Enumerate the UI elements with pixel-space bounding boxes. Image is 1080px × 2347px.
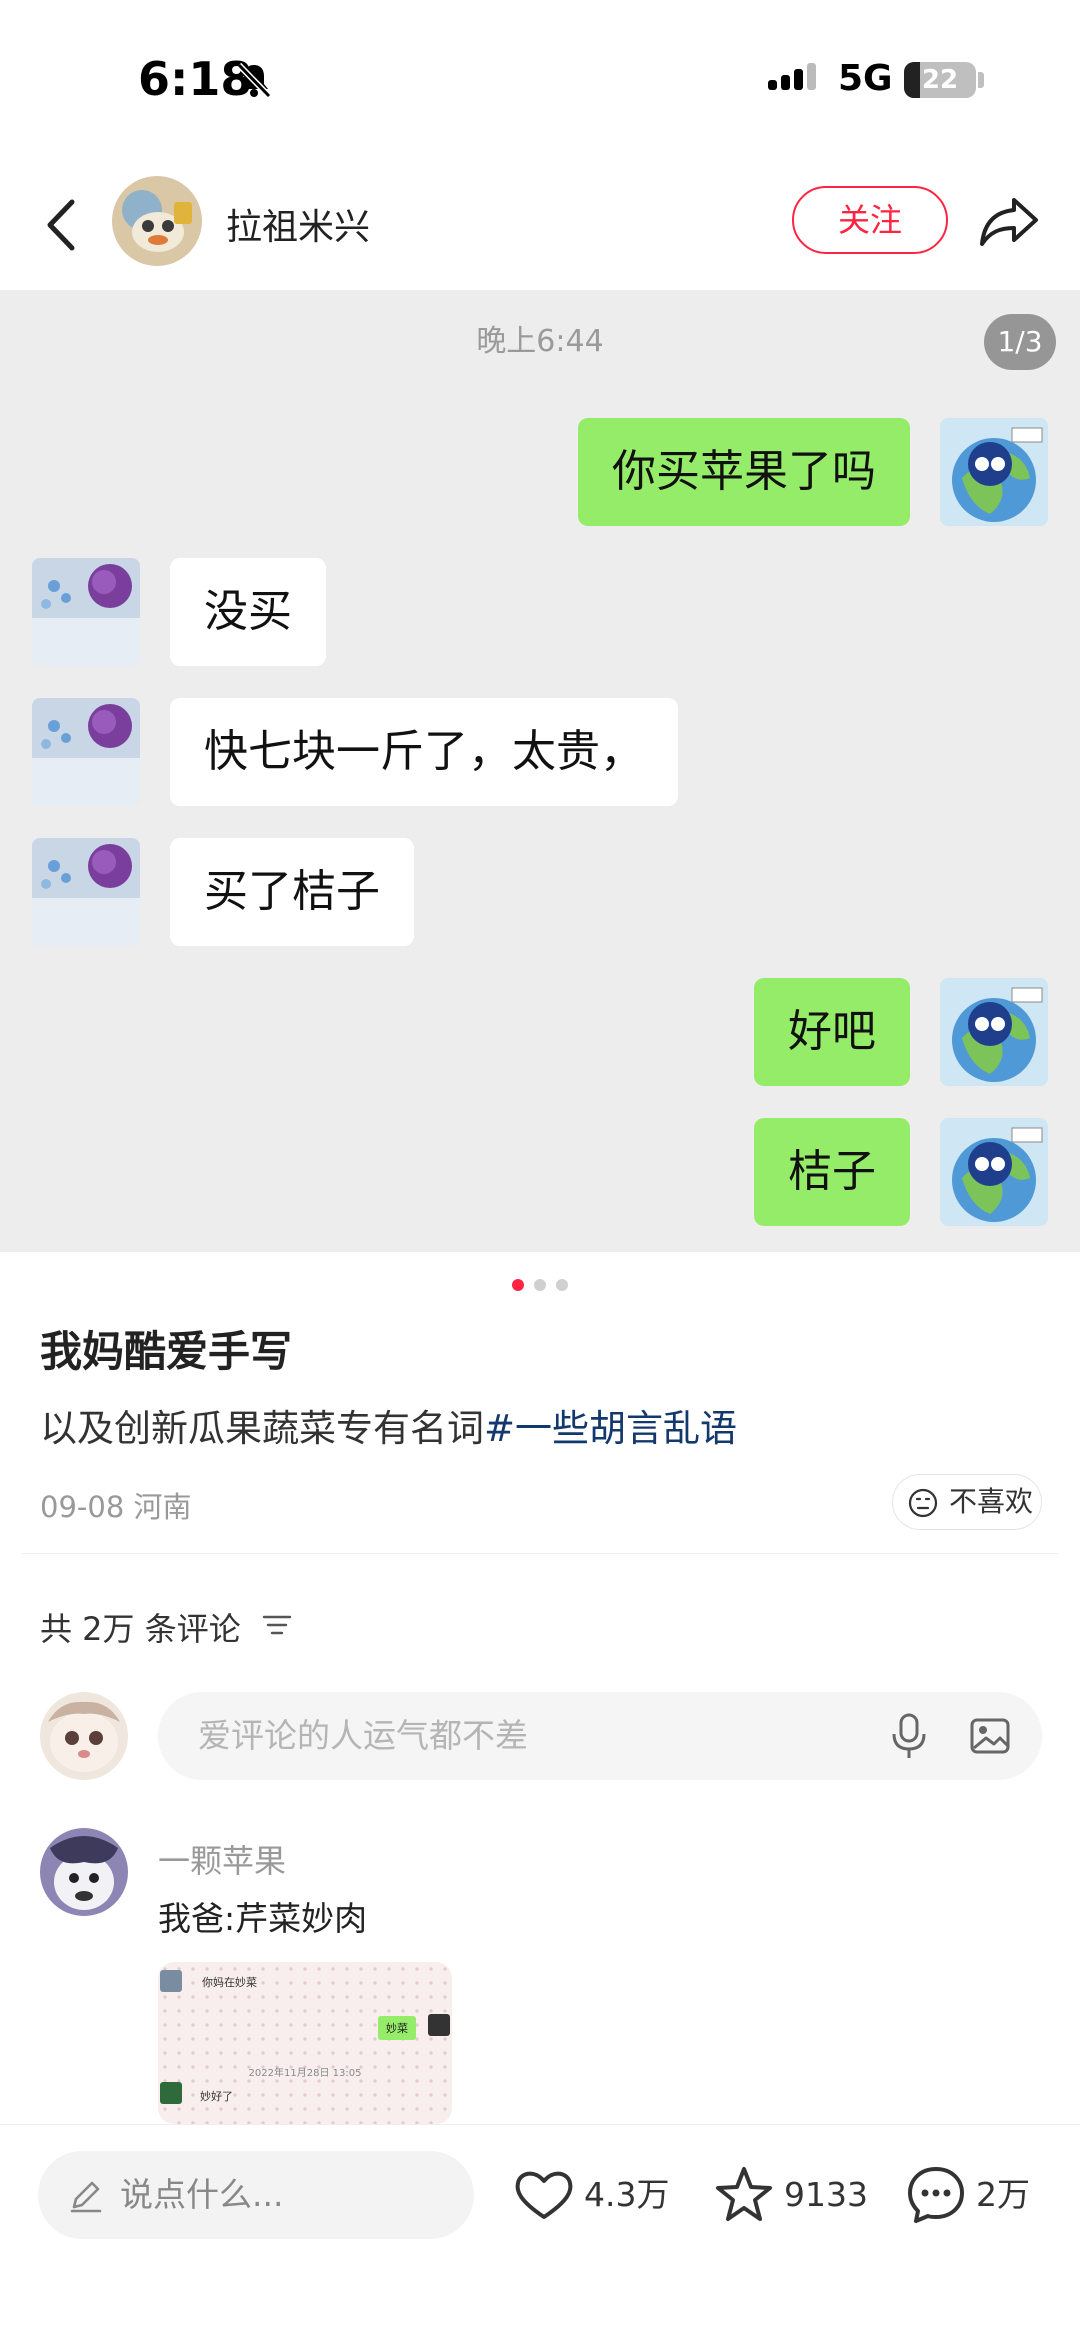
chat-timestamp: 晚上6:44	[476, 324, 604, 359]
receiver-avatar-icon	[32, 838, 140, 946]
say-something-input[interactable]: 说点什么...	[38, 2151, 474, 2239]
comment-button[interactable]: 2万	[904, 2151, 1054, 2239]
note-description: 以及创新瓜果蔬菜专有名词#一些胡言乱语	[40, 1398, 737, 1452]
divider	[22, 1553, 1058, 1554]
dislike-button[interactable]: 不喜欢	[892, 1474, 1042, 1530]
like-count: 4.3万	[584, 2175, 670, 2214]
thumbnail-text: 妙好了	[200, 2090, 233, 2103]
network-type: 5G	[838, 58, 893, 99]
image-page-indicator: 1/3	[984, 314, 1056, 370]
receiver-avatar-icon	[32, 698, 140, 806]
status-bar: 6:18 5G 22	[0, 0, 1080, 160]
comment-input-placeholder: 爱评论的人运气都不差	[198, 1716, 528, 1755]
say-something-placeholder: 说点什么...	[120, 2175, 284, 2214]
collect-button[interactable]: 9133	[712, 2151, 882, 2239]
chat-bubble-received: 没买	[170, 558, 326, 666]
star-icon	[716, 2167, 772, 2221]
battery-icon: 22	[904, 62, 976, 98]
commenter-avatar[interactable]	[40, 1828, 128, 1916]
author-avatar[interactable]	[112, 176, 202, 266]
chat-bubble-received: 快七块一斤了，太贵，	[170, 698, 678, 806]
battery-level: 22	[921, 65, 959, 95]
receiver-avatar-icon	[32, 558, 140, 666]
hashtag-link[interactable]: #一些胡言乱语	[484, 1407, 737, 1450]
collect-count: 9133	[784, 2175, 868, 2214]
image-icon[interactable]	[968, 1714, 1012, 1758]
microphone-icon[interactable]	[888, 1712, 930, 1760]
thumbnail-avatar	[160, 2082, 182, 2104]
sender-avatar-icon	[940, 418, 1048, 526]
chat-message: 桔子	[0, 1118, 1080, 1226]
share-icon[interactable]	[978, 190, 1040, 252]
battery-tip	[978, 72, 984, 88]
comment-input[interactable]: 爱评论的人运气都不差	[158, 1692, 1042, 1780]
signal-icon	[768, 63, 816, 90]
frown-face-icon	[908, 1488, 938, 1518]
chat-bubble-received: 买了桔子	[170, 838, 414, 946]
thumbnail-bubble: 妙菜	[378, 2016, 416, 2040]
heart-icon	[515, 2171, 573, 2219]
note-meta: 09-08 河南	[40, 1484, 192, 1526]
carousel-dot-active	[512, 1279, 524, 1291]
carousel-dots	[0, 1276, 1080, 1292]
sort-filter-icon[interactable]	[262, 1612, 292, 1638]
chat-message: 买了桔子	[0, 838, 1080, 946]
note-image[interactable]: 晚上6:44 1/3 你买苹果了吗 没买 快七块一斤了，太贵， 买了桔子 好吧	[0, 290, 1080, 1252]
thumbnail-time: 2022年11月28日 13:05	[248, 2068, 362, 2079]
like-button[interactable]: 4.3万	[512, 2151, 682, 2239]
current-user-avatar[interactable]	[40, 1692, 128, 1780]
chat-message: 没买	[0, 558, 1080, 666]
note-location: 河南	[133, 1490, 192, 1524]
thumbnail-text: 你妈在妙菜	[202, 1976, 257, 1989]
thumbnail-avatar	[160, 1970, 182, 1992]
dislike-label: 不喜欢	[949, 1485, 1034, 1518]
chat-bubble-sent: 你买苹果了吗	[578, 418, 910, 526]
note-date: 09-08	[40, 1490, 125, 1524]
bottom-action-bar: 说点什么... 4.3万 9133 2万	[0, 2124, 1080, 2347]
note-description-text: 以及创新瓜果蔬菜专有名词	[40, 1407, 484, 1450]
follow-button[interactable]: 关注	[792, 186, 948, 254]
note-title: 我妈酷爱手写	[40, 1327, 293, 1376]
thumbnail-avatar	[428, 2014, 450, 2036]
chat-message: 你买苹果了吗	[0, 418, 1080, 526]
sender-avatar-icon	[940, 978, 1048, 1086]
chat-bubble-sent: 桔子	[754, 1118, 910, 1226]
chat-message: 快七块一斤了，太贵，	[0, 698, 1080, 806]
note-header: 拉祖米兴 关注	[0, 160, 1080, 290]
chat-message: 好吧	[0, 978, 1080, 1086]
commenter-username[interactable]: 一颗苹果	[158, 1836, 286, 1882]
sender-avatar-icon	[940, 1118, 1048, 1226]
comment-bubble-icon	[908, 2167, 964, 2223]
mute-bell-icon	[236, 62, 272, 99]
comment-text: 我爸:芹菜妙肉	[158, 1899, 368, 1938]
author-name[interactable]: 拉祖米兴	[226, 198, 370, 250]
back-icon[interactable]	[36, 190, 86, 260]
comment-image[interactable]: 你妈在妙菜 妙菜 2022年11月28日 13:05 妙好了	[158, 1962, 452, 2124]
pen-icon	[70, 2181, 102, 2213]
chat-bubble-sent: 好吧	[754, 978, 910, 1086]
carousel-dot	[556, 1279, 568, 1291]
comment-count-bottom: 2万	[976, 2175, 1030, 2214]
comment-count: 共 2万 条评论	[40, 1610, 241, 1648]
carousel-dot	[534, 1279, 546, 1291]
